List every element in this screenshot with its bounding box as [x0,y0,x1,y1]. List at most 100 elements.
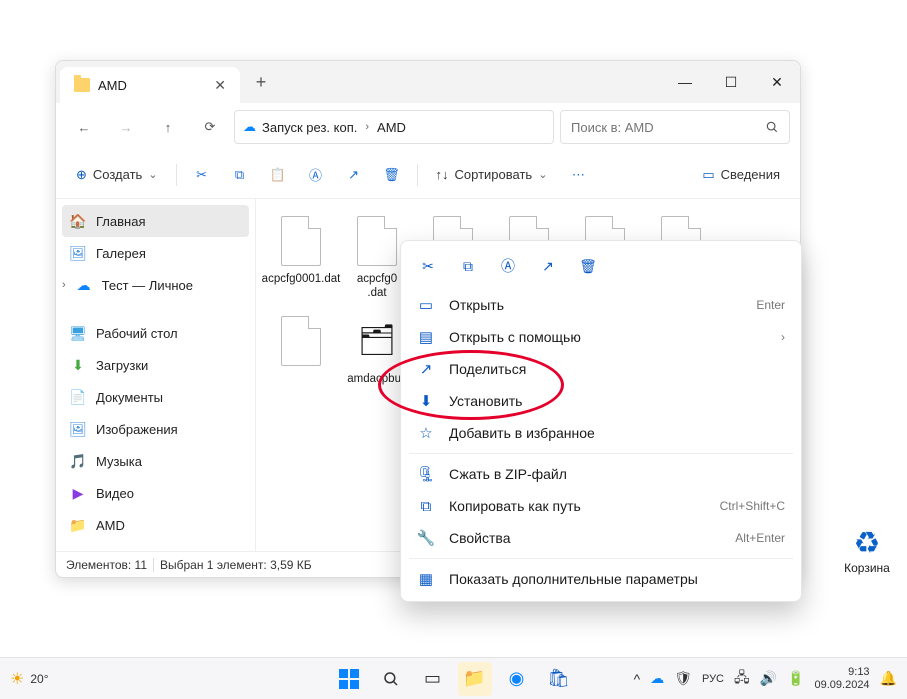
context-menu-item[interactable]: ⬇Установить [407,385,795,417]
explorer-taskbar-icon[interactable]: 📁 [458,662,492,696]
gallery-icon: 🖼 [70,245,86,261]
forward-button[interactable]: → [108,111,144,143]
store-taskbar-icon[interactable]: 🛍 [542,662,576,696]
context-menu-item[interactable]: 🗜Сжать в ZIP-файл [407,458,795,490]
sidebar-item-label: Изображения [96,422,178,437]
cut-button[interactable]: ✂ [409,249,447,283]
menu-item-icon: ↗ [417,360,435,378]
recycle-bin-icon: ♻ [839,526,895,561]
language-indicator[interactable]: РУС [702,673,724,685]
delete-button[interactable]: 🗑 [569,249,607,283]
close-tab-icon[interactable]: ✕ [214,77,226,94]
new-tab-button[interactable]: + [240,61,282,103]
context-menu-item[interactable]: ▭ОткрытьEnter [407,289,795,321]
window-controls: — ☐ ✕ [662,61,800,103]
scissors-icon: ✂ [422,258,434,275]
back-button[interactable]: ← [66,111,102,143]
sort-button[interactable]: ↑↓ Сортировать ⌄ [426,158,558,192]
home-icon: 🏠 [70,213,86,229]
nav-row: ← → ↑ ⟳ ☁ Запуск рез. коп. › AMD [56,103,800,151]
context-quick-actions: ✂ ⧉ Ⓐ ↗ 🗑 [407,247,795,289]
minimize-button[interactable]: — [662,61,708,103]
onedrive-tray-icon[interactable]: ☁ [650,670,664,687]
clock-time: 9:13 [815,666,870,679]
context-menu-item[interactable]: ↗Поделиться [407,353,795,385]
network-tray-icon[interactable]: 🖧 [734,667,750,691]
maximize-button[interactable]: ☐ [708,61,754,103]
chevron-right-icon: › [365,121,369,133]
context-menu-item[interactable]: ☆Добавить в избранное [407,417,795,449]
notifications-tray-icon[interactable]: 🔔 [880,670,897,687]
breadcrumb-label: Запуск рез. коп. [262,120,357,135]
sidebar-item-gallery[interactable]: 🖼 Галерея [56,237,255,269]
clock-date: 09.09.2024 [815,679,870,692]
breadcrumb-segment[interactable]: AMD [377,120,406,135]
context-menu-item[interactable]: ▦ Показать дополнительные параметры [407,563,795,595]
sidebar-item-music[interactable]: 🎵Музыка [56,445,255,477]
menu-item-label: Свойства [449,530,721,546]
breadcrumb-segment[interactable]: ☁ Запуск рез. коп. [243,119,357,135]
divider [176,164,177,186]
volume-tray-icon[interactable]: 🔊 [760,670,777,687]
defender-tray-icon[interactable]: 🛡 [674,670,692,687]
copy-button[interactable]: ⧉ [449,249,487,283]
titlebar: AMD ✕ + — ☐ ✕ [56,61,800,103]
sidebar-item-video[interactable]: ▶Видео [56,477,255,509]
sidebar-item-pictures[interactable]: 🖼Изображения [56,413,255,445]
context-menu-item[interactable]: 🔧СвойстваAlt+Enter [407,522,795,554]
sidebar-item-label: Видео [96,486,134,501]
clock[interactable]: 9:13 09.09.2024 [815,666,870,691]
details-button[interactable]: ▭ Сведения [692,158,790,192]
up-button[interactable]: ↑ [150,111,186,143]
sidebar-item-onedrive[interactable]: › ☁ Тест — Личное [56,269,255,301]
copy-icon: ⧉ [463,258,473,275]
create-label: Создать [93,167,142,182]
start-button[interactable] [332,662,366,696]
sidebar-item-label: Рабочий стол [96,326,178,341]
menu-item-icon: ▦ [417,570,435,588]
rename-button[interactable]: Ⓐ [489,249,527,283]
sidebar-item-amd[interactable]: 📁AMD [56,509,255,541]
cut-button[interactable]: ✂ [185,158,219,192]
sidebar-item-downloads[interactable]: ⬇Загрузки [56,349,255,381]
tray-chevron-icon[interactable]: ^ [634,671,641,687]
rename-button[interactable]: Ⓐ [299,158,333,192]
menu-item-icon: ⧉ [417,498,435,515]
menu-item-label: Открыть [449,297,742,313]
toolbar: ⊕ Создать ⌄ ✂ ⧉ 📋 Ⓐ ↗ 🗑 ↑↓ Сортировать ⌄… [56,151,800,199]
menu-item-label: Показать дополнительные параметры [449,571,785,587]
battery-tray-icon[interactable]: 🔋 [787,670,804,687]
file-item[interactable]: acpcfg0001.dat [266,211,336,303]
sidebar-item-documents[interactable]: 📄Документы [56,381,255,413]
search-input[interactable] [571,120,757,135]
trash-icon: 🗑 [383,167,400,183]
folder-icon: 📁 [70,517,86,533]
search-box[interactable] [560,110,790,144]
weather-widget[interactable]: ☀ 20° [0,669,59,689]
context-menu: ✂ ⧉ Ⓐ ↗ 🗑 ▭ОткрытьEnter▤Открыть с помощь… [400,240,802,602]
file-item[interactable] [266,311,336,403]
paste-button[interactable]: 📋 [261,158,295,192]
rename-icon: Ⓐ [501,256,515,276]
taskview-button[interactable]: ▭ [416,662,450,696]
search-icon [765,120,779,134]
search-button[interactable] [374,662,408,696]
copy-button[interactable]: ⧉ [223,158,257,192]
sidebar-item-desktop[interactable]: 🖥Рабочий стол [56,317,255,349]
more-button[interactable]: ⋯ [561,158,595,192]
delete-button[interactable]: 🗑 [375,158,409,192]
share-button[interactable]: ↗ [529,249,567,283]
share-button[interactable]: ↗ [337,158,371,192]
window-tab[interactable]: AMD ✕ [60,67,240,103]
address-bar[interactable]: ☁ Запуск рез. коп. › AMD [234,110,554,144]
close-button[interactable]: ✕ [754,61,800,103]
sidebar-item-home[interactable]: 🏠 Главная [62,205,249,237]
edge-taskbar-icon[interactable]: ◉ [500,662,534,696]
recycle-bin[interactable]: ♻ Корзина [839,526,895,575]
context-menu-item[interactable]: ▤Открыть с помощью› [407,321,795,353]
refresh-button[interactable]: ⟳ [192,111,228,143]
menu-item-label: Добавить в избранное [449,425,785,441]
create-button[interactable]: ⊕ Создать ⌄ [66,158,168,192]
sidebar-item-label: Тест — Личное [102,278,193,293]
context-menu-item[interactable]: ⧉Копировать как путьCtrl+Shift+C [407,490,795,522]
